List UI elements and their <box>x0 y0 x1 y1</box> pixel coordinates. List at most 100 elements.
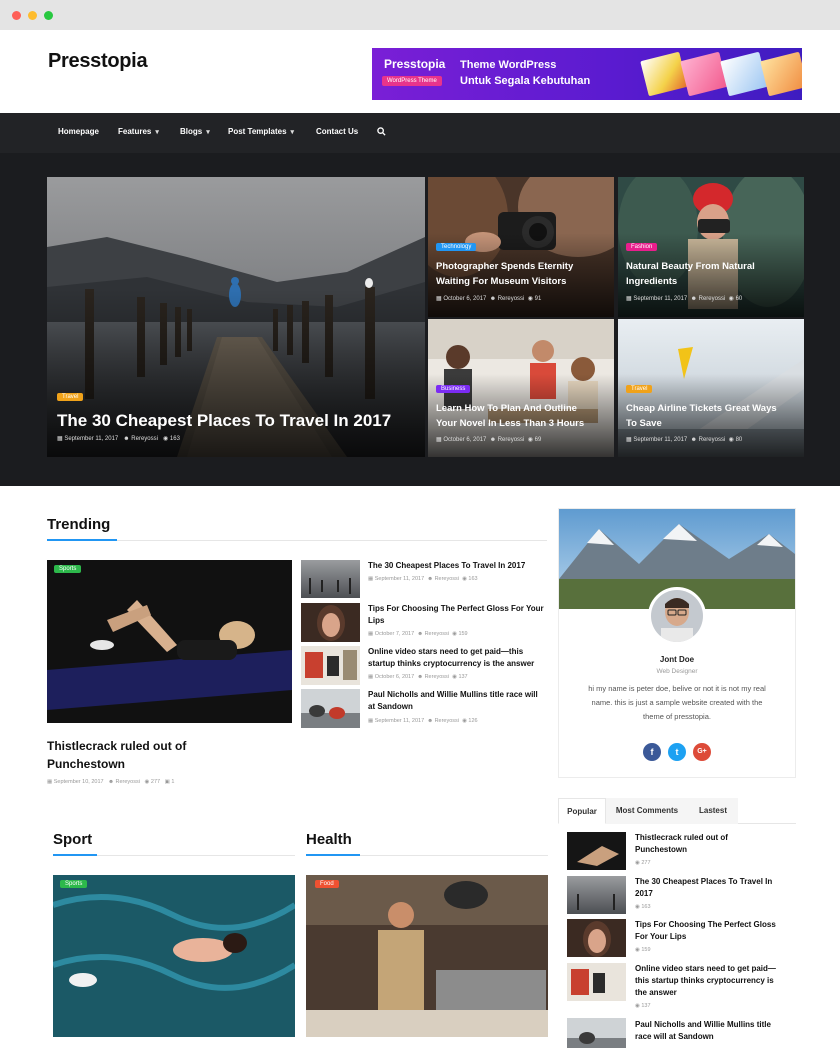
tab-lastest[interactable]: Lastest <box>688 798 738 824</box>
tab-post-title[interactable]: Thistlecrack ruled out of Punchestown <box>635 832 785 856</box>
tab-post-title[interactable]: Online video stars need to get paid— thi… <box>635 963 785 999</box>
eye-icon: ◉ <box>462 576 467 582</box>
tab-post-thumbnail[interactable] <box>567 963 626 1001</box>
post-title[interactable]: Learn How To Plan And Outline Your Novel… <box>436 401 584 431</box>
post-title-line: Thistlecrack ruled out of <box>635 833 728 842</box>
post-title-line: Natural Beauty From Natural <box>626 261 755 272</box>
post-title[interactable]: Photographer Spends Eternity Waiting For… <box>436 259 573 289</box>
post-image <box>567 1032 626 1048</box>
calendar-icon: ▦ <box>47 779 53 785</box>
post-author[interactable]: Rereyossi <box>498 296 525 302</box>
post-title-line: The 30 Cheapest Places To Travel In 2017 <box>368 561 526 570</box>
post-title-line: The 30 Cheapest Places To Travel In <box>635 877 773 886</box>
google-plus-icon[interactable]: G+ <box>693 743 711 761</box>
list-thumbnail[interactable] <box>301 603 360 642</box>
nav-label: Contact Us <box>316 127 359 136</box>
category-badge[interactable]: Travel <box>57 393 84 401</box>
hero-main-title[interactable]: The 30 Cheapest Places To Travel In 2017 <box>57 411 391 431</box>
calendar-icon: ▦ <box>436 296 442 302</box>
post-views: 159 <box>641 947 651 953</box>
post-title[interactable]: Cheap Airline Tickets Great Ways To Save <box>626 401 777 431</box>
nav-blogs[interactable]: Blogs ▾ <box>180 127 210 136</box>
user-icon: ☻ <box>417 674 424 680</box>
avatar[interactable] <box>648 587 706 645</box>
trending-feature-image[interactable]: Sports <box>47 560 292 723</box>
post-author[interactable]: Rereyossi <box>699 296 726 302</box>
category-badge[interactable]: Sports <box>54 565 82 573</box>
category-badge[interactable]: Technology <box>436 243 477 251</box>
site-header: Presstopia Presstopia WordPress Theme Th… <box>0 30 840 113</box>
health-feature-image[interactable]: Food <box>306 875 548 1037</box>
post-author[interactable]: Rereyossi <box>498 437 525 443</box>
post-title[interactable]: Natural Beauty From Natural Ingredients <box>626 259 755 289</box>
tab-most-comments[interactable]: Most Comments <box>606 798 688 824</box>
post-author[interactable]: Rereyossi <box>699 437 726 443</box>
twitter-icon[interactable]: t <box>668 743 686 761</box>
post-image <box>583 921 611 957</box>
list-item-title[interactable]: The 30 Cheapest Places To Travel In 2017 <box>368 560 548 572</box>
tab-popular[interactable]: Popular <box>558 798 606 824</box>
author-name: Jont Doe <box>659 655 695 664</box>
author-widget: Jont Doe Web Designer hi my name is pete… <box>558 508 796 778</box>
tab-post-thumbnail[interactable] <box>567 832 626 870</box>
search-icon[interactable] <box>377 127 386 136</box>
post-author[interactable]: Rereyossi <box>435 718 459 724</box>
list-item-title[interactable]: Online video stars need to get paid—this… <box>368 646 553 670</box>
post-image <box>47 560 292 723</box>
nav-features[interactable]: Features ▾ <box>118 127 159 136</box>
tab-post-thumbnail[interactable] <box>567 876 626 914</box>
post-meta: ▦ September 11, 2017 ☻ Rereyossi ◉ 80 <box>626 436 742 443</box>
tab-post-title[interactable]: The 30 Cheapest Places To Travel In 2017 <box>635 876 785 900</box>
maximize-window-icon[interactable] <box>44 11 53 20</box>
post-date: September 11, 2017 <box>633 437 688 443</box>
banner-line-1: Theme WordPress <box>460 59 557 71</box>
nav-contact-us[interactable]: Contact Us <box>316 127 358 136</box>
facebook-icon[interactable]: f <box>643 743 661 761</box>
nav-post-templates[interactable]: Post Templates ▾ <box>228 127 294 136</box>
post-title-line: Thistlecrack ruled out of <box>47 739 187 753</box>
category-badge[interactable]: Travel <box>626 385 653 393</box>
post-image <box>306 875 548 1037</box>
post-author[interactable]: Rereyossi <box>425 674 449 680</box>
post-author[interactable]: Rereyossi <box>425 631 449 637</box>
hero-post-technology[interactable]: Technology Photographer Spends Eternity … <box>428 177 614 317</box>
category-badge[interactable]: Business <box>436 385 471 393</box>
hero-post-travel[interactable]: Travel Cheap Airline Tickets Great Ways … <box>618 319 804 457</box>
list-thumbnail[interactable] <box>301 560 360 598</box>
ad-banner[interactable]: Presstopia WordPress Theme Theme WordPre… <box>372 48 802 100</box>
close-window-icon[interactable] <box>12 11 21 20</box>
post-author[interactable]: Rereyossi <box>131 436 158 442</box>
list-thumbnail[interactable] <box>301 689 360 728</box>
post-views: 137 <box>458 674 468 680</box>
tab-post-title[interactable]: Tips For Choosing The Perfect Gloss For … <box>635 919 785 943</box>
chevron-down-icon: ▾ <box>206 129 210 136</box>
category-badge[interactable]: Fashion <box>626 243 658 251</box>
post-views: 80 <box>735 437 743 443</box>
post-views: 126 <box>468 718 478 724</box>
site-logo[interactable]: Presstopia <box>48 50 148 73</box>
list-item-title[interactable]: Paul Nicholls and Willie Mullins title r… <box>368 689 553 713</box>
post-author[interactable]: Rereyossi <box>435 576 459 582</box>
tab-post-meta: ◉ 137 <box>635 1003 651 1009</box>
section-underline <box>53 854 97 856</box>
category-badge[interactable]: Sports <box>60 880 88 888</box>
trending-feature-title[interactable]: Thistlecrack ruled out of Punchestown <box>47 737 292 773</box>
nav-homepage[interactable]: Homepage <box>58 127 99 136</box>
author-bio: hi my name is peter doe, belive or not i… <box>559 682 795 724</box>
list-item-title[interactable]: Tips For Choosing The Perfect Gloss For … <box>368 603 548 627</box>
category-badge[interactable]: Food <box>315 880 339 888</box>
tab-post-title[interactable]: Paul Nicholls and Willie Mullins title r… <box>635 1019 785 1043</box>
hero-main-post[interactable]: Travel The 30 Cheapest Places To Travel … <box>47 177 425 457</box>
post-title-line: 2017 <box>635 889 653 898</box>
eye-icon: ◉ <box>635 860 640 866</box>
minimize-window-icon[interactable] <box>28 11 37 20</box>
sport-feature-image[interactable]: Sports <box>53 875 295 1037</box>
nav-label: Blogs <box>180 127 203 136</box>
hero-post-fashion[interactable]: Fashion Natural Beauty From Natural Ingr… <box>618 177 804 317</box>
hero-post-business[interactable]: Business Learn How To Plan And Outline Y… <box>428 319 614 457</box>
post-author[interactable]: Rereyossi <box>116 779 140 785</box>
tab-post-thumbnail[interactable] <box>567 919 626 957</box>
tab-post-thumbnail[interactable] <box>567 1018 626 1048</box>
user-icon: ☻ <box>489 437 497 443</box>
list-thumbnail[interactable] <box>301 646 360 685</box>
